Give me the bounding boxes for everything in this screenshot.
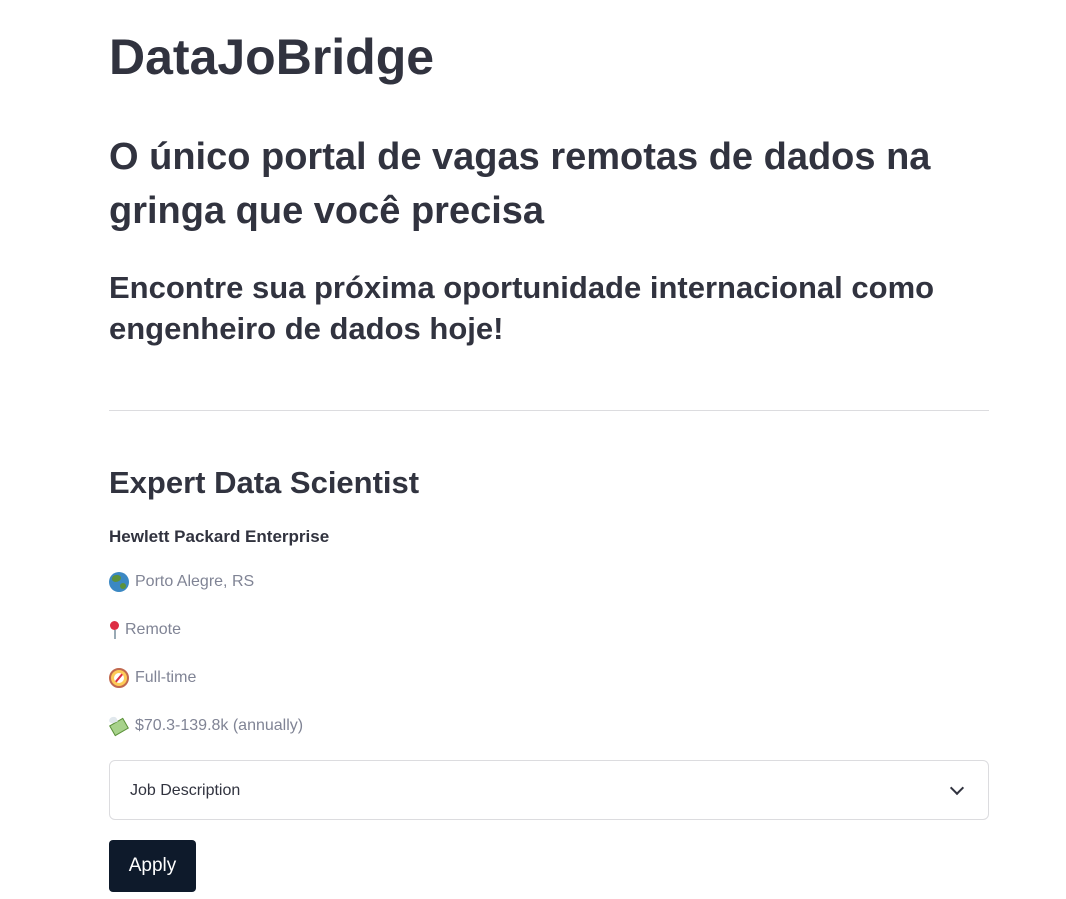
job-location: Porto Alegre, RS <box>109 570 254 594</box>
job-workplace-text: Remote <box>125 621 182 638</box>
pin-icon <box>109 620 121 640</box>
job-salary: $70.3-139.8k (annually) <box>109 714 303 738</box>
job-salary-text: $70.3-139.8k (annually) <box>135 717 304 734</box>
job-title: Expert Data Scientist <box>109 465 420 500</box>
compass-icon <box>109 668 129 688</box>
job-employment-type-text: Full-time <box>135 669 197 686</box>
job-description-label: Job Description <box>130 782 241 799</box>
globe-icon <box>109 572 129 592</box>
job-company: Hewlett Packard Enterprise <box>109 527 330 546</box>
apply-button[interactable]: Apply <box>109 840 196 892</box>
money-with-wings-icon <box>109 716 129 736</box>
section-divider <box>109 410 989 411</box>
page-subheadline: Encontre sua próxima oportunidade intern… <box>109 270 935 346</box>
app-title: DataJoBridge <box>109 29 435 85</box>
job-workplace: Remote <box>109 618 181 642</box>
job-location-text: Porto Alegre, RS <box>135 573 255 590</box>
chevron-down-icon[interactable] <box>949 780 965 796</box>
job-employment-type: Full-time <box>109 666 196 690</box>
job-description-expander[interactable]: Job Description <box>109 760 989 820</box>
page-headline: O único portal de vagas remotas de dados… <box>109 136 931 232</box>
